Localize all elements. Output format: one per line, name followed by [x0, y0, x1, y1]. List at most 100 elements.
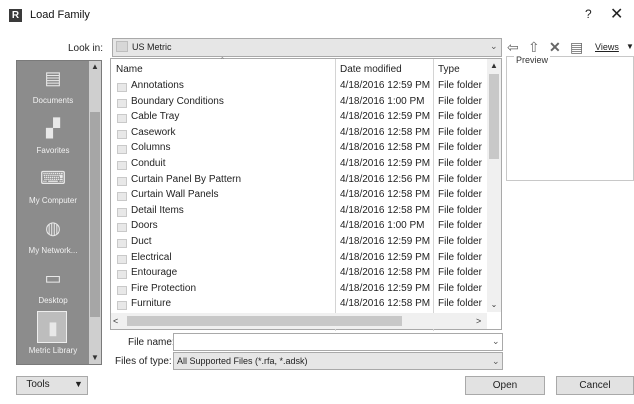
file-type-cell: File folder	[438, 251, 482, 263]
title-bar	[0, 0, 634, 32]
place-metric-library[interactable]: ▮ Metric Library	[17, 312, 89, 360]
file-name-label: File name:	[128, 337, 175, 348]
file-name-cell: Curtain Wall Panels	[131, 189, 219, 201]
file-name-cell: Conduit	[131, 158, 166, 169]
folder-icon	[116, 41, 128, 52]
back-arrow-icon[interactable]: ⇦	[507, 39, 519, 55]
file-name-cell: Columns	[131, 142, 171, 154]
scroll-right-icon[interactable]: >	[476, 313, 481, 329]
horizontal-scroll-thumb[interactable]	[127, 316, 402, 326]
file-date-cell: 4/18/2016 1:00 PM	[340, 95, 425, 107]
window-title: Load Family	[30, 9, 90, 21]
scroll-up-icon[interactable]: ▲	[487, 59, 501, 73]
file-row[interactable]: Curtain Panel By Pattern 4/18/2016 12:56 …	[111, 174, 487, 190]
column-header-date[interactable]: Date modified	[340, 64, 402, 75]
folder-icon	[117, 83, 127, 92]
folder-icon	[117, 129, 127, 139]
folder-icon	[117, 270, 127, 280]
file-type-cell: File folder	[438, 80, 482, 91]
place-desktop[interactable]: ▭ Desktop	[17, 262, 89, 310]
file-name-cell: Cable Tray	[131, 111, 180, 123]
folder-icon	[117, 239, 127, 248]
scroll-down-icon[interactable]: ⌄	[487, 298, 501, 312]
place-documents[interactable]: ▤ Documents	[17, 62, 89, 110]
place-favorites[interactable]: ▞ Favorites	[17, 112, 89, 160]
file-row[interactable]: Detail Items 4/18/2016 12:58 PM File folde…	[111, 205, 487, 221]
chevron-down-icon[interactable]: ⌄	[492, 336, 500, 347]
help-button[interactable]: ?	[585, 7, 592, 21]
vertical-scroll-thumb[interactable]	[489, 74, 499, 159]
file-name-cell: Electrical	[131, 251, 172, 263]
folder-icon	[117, 254, 127, 264]
file-type-cell: File folder	[438, 189, 482, 201]
file-date-cell: 4/18/2016 12:58 PM	[340, 142, 431, 154]
file-name-cell: Detail Items	[131, 204, 184, 216]
new-folder-icon[interactable]: ▤	[570, 39, 583, 55]
file-row[interactable]: Conduit 4/18/2016 12:59 PM File folder	[111, 158, 487, 174]
place-my-network[interactable]: ◍ My Network...	[17, 212, 89, 260]
folder-icon	[117, 161, 127, 170]
file-date-cell: 4/18/2016 12:58 PM	[340, 267, 431, 279]
network-icon: ◍	[45, 218, 61, 238]
file-name-cell: Annotations	[131, 80, 184, 91]
preview-pane	[506, 56, 634, 181]
files-of-type-label: Files of type:	[115, 356, 172, 367]
folder-icon	[117, 145, 127, 155]
scroll-down-icon[interactable]: ▼	[89, 352, 101, 364]
file-type-cell: File folder	[438, 298, 482, 310]
scroll-left-icon[interactable]: <	[113, 313, 118, 329]
views-menu-button[interactable]: Views	[595, 42, 619, 52]
file-row[interactable]: Furniture 4/18/2016 12:58 PM File folder	[111, 298, 487, 314]
documents-icon: ▤	[44, 68, 62, 88]
open-button[interactable]: Open	[465, 376, 545, 395]
chevron-down-icon[interactable]: ⌄	[490, 41, 498, 52]
file-row[interactable]: Boundary Conditions 4/18/2016 1:00 PM File…	[111, 96, 487, 112]
file-row[interactable]: Annotations 4/18/2016 12:59 PM File folder	[111, 80, 487, 96]
folder-icon	[117, 285, 127, 295]
file-type-cell: File folder	[438, 204, 482, 216]
file-date-cell: 4/18/2016 12:58 PM	[340, 189, 431, 201]
close-button[interactable]: ✕	[610, 4, 623, 24]
folder-icon	[117, 192, 127, 202]
file-name-cell: Entourage	[131, 267, 178, 279]
column-header-name[interactable]: Name	[116, 64, 143, 75]
file-name-cell: Boundary Conditions	[131, 95, 224, 107]
chevron-down-icon[interactable]: ⌄	[492, 356, 500, 367]
folder-icon	[117, 223, 127, 233]
file-type-cell: File folder	[438, 267, 482, 279]
desktop-icon: ▭	[44, 268, 62, 288]
file-type-cell: File folder	[438, 220, 482, 232]
file-date-cell: 4/18/2016 12:59 PM	[340, 158, 431, 169]
file-row[interactable]: Doors 4/18/2016 1:00 PM File folder	[111, 220, 487, 236]
file-row[interactable]: Fire Protection 4/18/2016 12:59 PM File fo…	[111, 283, 487, 299]
up-folder-icon[interactable]: ⇧	[528, 39, 540, 55]
file-type-cell: File folder	[438, 142, 482, 154]
delete-icon[interactable]: ✕	[549, 39, 561, 55]
places-scroll-thumb[interactable]	[90, 112, 100, 317]
file-name-input[interactable]	[173, 333, 503, 351]
file-date-cell: 4/18/2016 12:59 PM	[340, 251, 431, 263]
scroll-up-icon[interactable]: ▲	[89, 61, 101, 73]
file-type-cell: File folder	[438, 158, 482, 169]
caret-down-icon[interactable]: ▼	[74, 379, 83, 389]
file-row[interactable]: Electrical 4/18/2016 12:59 PM File folder	[111, 252, 487, 268]
computer-icon: ⌨	[40, 168, 66, 188]
file-date-cell: 4/18/2016 12:59 PM	[340, 236, 431, 247]
column-header-type[interactable]: Type	[438, 64, 460, 75]
place-my-computer[interactable]: ⌨ My Computer	[17, 162, 89, 210]
file-row[interactable]: Duct 4/18/2016 12:59 PM File folder	[111, 236, 487, 252]
file-type-cell: File folder	[438, 111, 482, 123]
file-name-cell: Curtain Panel By Pattern	[131, 173, 242, 185]
cancel-button[interactable]: Cancel	[556, 376, 634, 395]
file-name-cell: Fire Protection	[131, 282, 197, 294]
caret-down-icon[interactable]: ▼	[626, 42, 634, 51]
file-row[interactable]: Curtain Wall Panels 4/18/2016 12:58 PM Fil…	[111, 189, 487, 205]
file-row[interactable]: Cable Tray 4/18/2016 12:59 PM File folder	[111, 111, 487, 127]
file-row[interactable]: Casework 4/18/2016 12:58 PM File folder	[111, 127, 487, 143]
revit-logo-icon: R	[9, 9, 22, 22]
file-row[interactable]: Columns 4/18/2016 12:58 PM File folder	[111, 142, 487, 158]
file-type-cell: File folder	[438, 126, 482, 138]
place-label: My Computer	[28, 196, 77, 205]
file-row[interactable]: Entourage 4/18/2016 12:58 PM File folder	[111, 267, 487, 283]
favorites-icon: ▞	[46, 118, 60, 138]
